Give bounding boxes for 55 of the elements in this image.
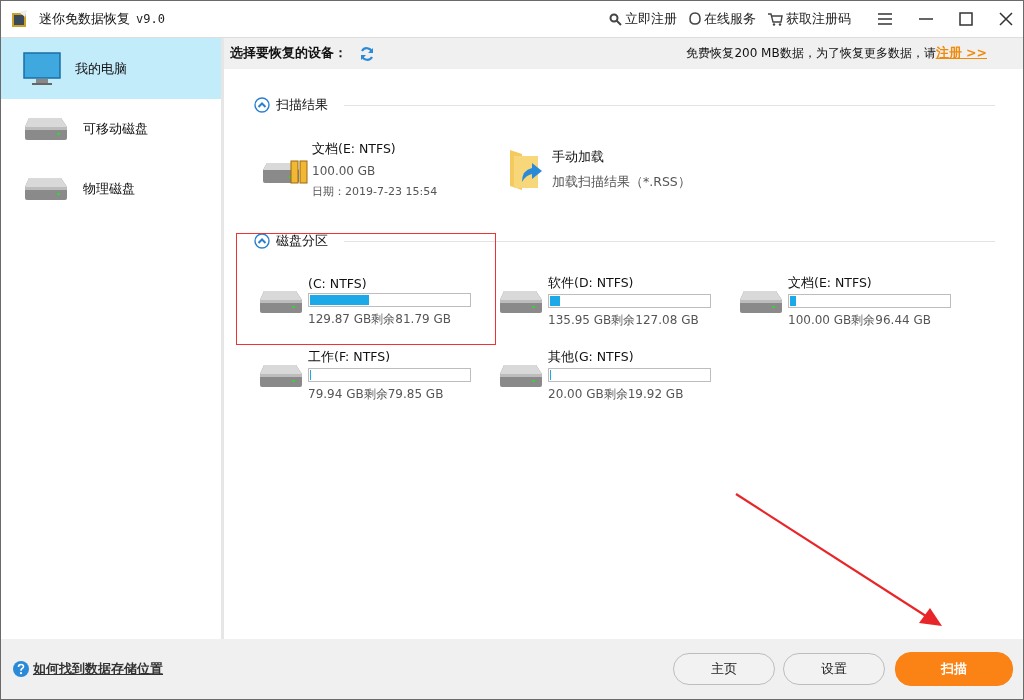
sidebar-item[interactable]: 物理磁盘 [1,159,221,219]
partition-item[interactable]: 软件(D: NTFS) 135.95 GB剩余127.08 GB [498,275,738,329]
partition-space: 20.00 GB剩余19.92 GB [548,386,685,403]
monitor-icon [23,51,61,86]
partition-space: 79.94 GB剩余79.85 GB [308,386,445,403]
partition-space: 135.95 GB剩余127.08 GB [548,312,700,329]
hard-drive-icon [258,363,304,389]
hard-drive-icon [738,289,784,315]
footer-button[interactable]: 设置 [783,653,885,685]
title-action-link[interactable]: 在线服务 [689,10,756,28]
hard-drive-icon [498,363,544,389]
scan-result-item[interactable]: 文档(E: NTFS) 100.00 GB 日期：2019-7-23 15:54 [262,141,508,199]
close-icon[interactable] [999,12,1013,26]
device-select-label: 选择要恢复的设备： [230,45,347,62]
result-date: 日期：2019-7-23 15:54 [312,184,438,199]
partition-item[interactable]: 工作(F: NTFS) 79.94 GB剩余79.85 GB [258,349,498,403]
sidebar-item[interactable]: 可移动磁盘 [1,99,221,159]
help-link[interactable]: 如何找到数据存储位置 [33,660,163,678]
sidebar-item[interactable]: 我的电脑 [1,38,221,99]
load-description: 加载扫描结果（*.RSS） [552,174,691,191]
load-title: 手动加载 [552,149,605,166]
folder-with-arrow-icon [508,148,544,192]
footer-button[interactable]: 主页 [673,653,775,685]
partition-name: 工作(F: NTFS) [308,349,392,366]
collapse-icon[interactable] [254,233,270,249]
title-action-link[interactable]: 获取注册码 [768,10,851,28]
maximize-icon[interactable] [959,12,973,26]
partition-item[interactable]: 其他(G: NTFS) 20.00 GB剩余19.92 GB [498,349,738,403]
cart-icon [768,12,783,26]
help-icon [13,661,29,677]
hard-drive-icon [23,176,69,202]
hard-drive-icon [258,289,304,315]
partition-name: (C: NTFS) [308,276,368,291]
section-title: 磁盘分区 [276,232,328,250]
version-label: v9.0 [136,12,165,26]
menu-icon[interactable] [877,12,893,26]
manual-load-item[interactable]: 手动加载 加载扫描结果（*.RSS） [508,141,754,199]
collapse-icon[interactable] [254,97,270,113]
hard-drive-icon [23,116,69,142]
partition-name: 文档(E: NTFS) [788,275,873,292]
partition-name: 其他(G: NTFS) [548,349,635,366]
partition-item[interactable]: (C: NTFS) 129.87 GB剩余81.79 GB [258,275,498,329]
result-name: 文档(E: NTFS) [312,141,397,158]
free-quota-notice: 免费恢复200 MB数据，为了恢复更多数据，请 [686,45,936,62]
partition-item[interactable]: 文档(E: NTFS) 100.00 GB剩余96.44 GB [738,275,978,329]
hard-drive-icon [498,289,544,315]
result-size: 100.00 GB [312,164,377,178]
partition-space: 100.00 GB剩余96.44 GB [788,312,933,329]
title-action-link[interactable]: 立即注册 [609,10,677,28]
app-logo-icon [11,10,29,28]
section-title: 扫描结果 [276,96,328,114]
partition-name: 软件(D: NTFS) [548,275,635,292]
partition-space: 129.87 GB剩余81.79 GB [308,311,453,328]
window-title: 迷你免数据恢复 [39,10,130,28]
refresh-icon[interactable] [359,45,375,62]
